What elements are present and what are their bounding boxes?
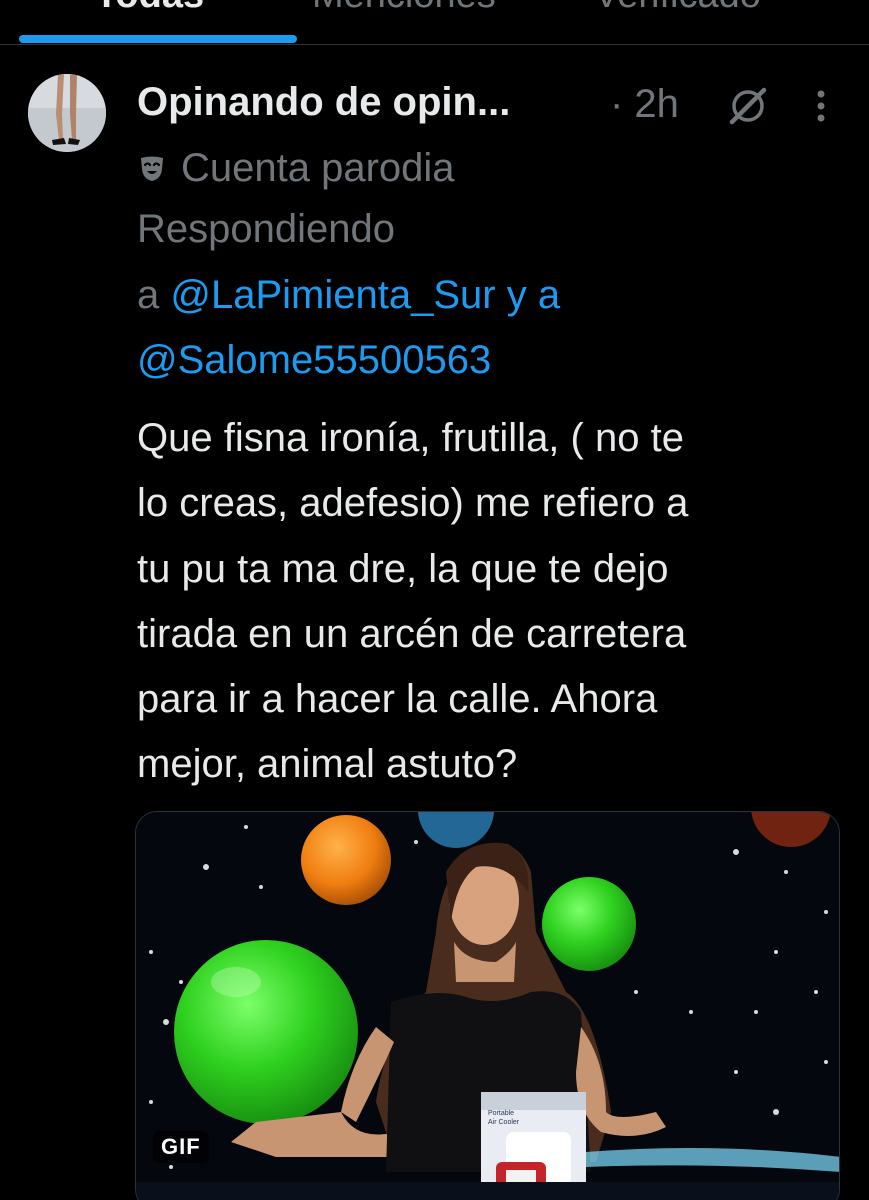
gif-media[interactable]: Portable Air Cooler GIF xyxy=(135,811,840,1200)
grok-icon[interactable] xyxy=(728,86,768,126)
tweet-text-line: para ir a hacer la calle. Ahora xyxy=(137,677,658,721)
active-tab-indicator xyxy=(19,35,297,43)
tweet-text-line: tirada en un arcén de carretera xyxy=(137,612,687,656)
gif-badge: GIF xyxy=(153,1131,209,1163)
avatar[interactable] xyxy=(28,74,106,152)
tweet-time[interactable]: · 2h xyxy=(610,82,679,127)
more-icon[interactable] xyxy=(807,86,835,126)
tab-verified[interactable]: Verificado xyxy=(594,0,761,17)
box-label-portable: Portable xyxy=(488,1110,514,1117)
mask-icon xyxy=(141,156,163,181)
tabs-divider xyxy=(0,44,869,45)
tweet-text-line: Que fisna ironía, frutilla, ( no te xyxy=(137,416,684,460)
gif-frame-illustration: Portable Air Cooler xyxy=(136,812,839,1200)
tweet-text-line: lo creas, adefesio) me refiero a xyxy=(137,481,689,525)
reply-a-text: a xyxy=(137,273,160,317)
replying-to-line: a @LaPimienta_Sur y a xyxy=(137,272,560,318)
mention-link-lapimienta[interactable]: @LaPimienta_Sur xyxy=(170,273,495,317)
parody-label: Cuenta parodia xyxy=(181,145,455,190)
tab-all[interactable]: Todas xyxy=(95,0,204,17)
box-label-air-cooler: Air Cooler xyxy=(488,1119,520,1126)
author-name[interactable]: Opinando de opin... xyxy=(137,80,510,125)
reply-conjunction[interactable]: y a xyxy=(507,273,560,317)
mention-link-salome[interactable]: @Salome55500563 xyxy=(137,338,491,382)
tweet-text-line: mejor, animal astuto? xyxy=(137,742,518,786)
replying-to-line-2: @Salome55500563 xyxy=(137,337,491,383)
parody-badge: Cuenta parodia xyxy=(137,145,455,191)
tab-mentions[interactable]: Menciones xyxy=(312,0,496,17)
replying-to-label: Respondiendo xyxy=(137,207,395,251)
notification-tabs: Todas Menciones Verificado xyxy=(0,0,869,46)
tweet-text-line: tu pu ta ma dre, la que te dejo xyxy=(137,547,669,591)
